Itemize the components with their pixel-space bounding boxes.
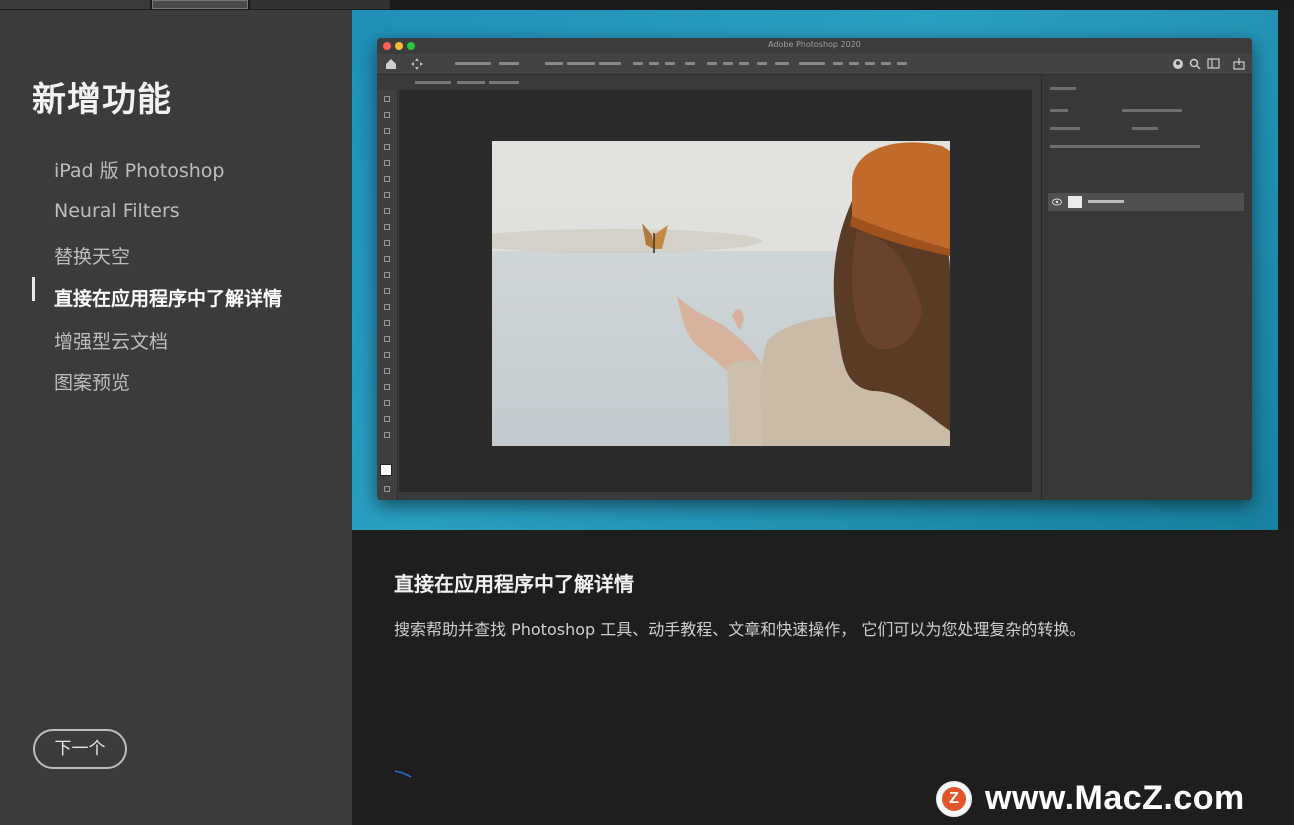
top-strip-tab bbox=[152, 0, 248, 9]
tool-icon bbox=[384, 486, 390, 492]
sidebar-item-pattern-preview[interactable]: 图案预览 bbox=[54, 368, 130, 395]
layer-name-placeholder bbox=[1088, 200, 1124, 203]
sidebar-item-sky-replacement[interactable]: 替换天空 bbox=[54, 242, 130, 269]
sidebar: 新增功能 bbox=[0, 10, 352, 825]
panel-tab-placeholder bbox=[1050, 87, 1076, 90]
option-placeholder bbox=[849, 62, 859, 65]
panel-placeholder bbox=[1050, 109, 1068, 112]
option-placeholder bbox=[685, 62, 695, 65]
watermark-logo-letter: Z bbox=[942, 787, 966, 811]
search-icon bbox=[1189, 58, 1201, 70]
sidebar-item-cloud-docs[interactable]: 增强型云文档 bbox=[54, 327, 168, 354]
panel-placeholder bbox=[1050, 127, 1080, 130]
tool-icon bbox=[384, 416, 390, 422]
feature-title: 直接在应用程序中了解详情 bbox=[394, 572, 634, 596]
option-placeholder bbox=[865, 62, 875, 65]
tool-icon bbox=[384, 368, 390, 374]
tool-icon bbox=[384, 384, 390, 390]
top-strip-block bbox=[0, 0, 150, 9]
option-placeholder bbox=[799, 62, 825, 65]
tool-icon bbox=[384, 432, 390, 438]
tool-icon bbox=[384, 336, 390, 342]
right-edge bbox=[1278, 10, 1294, 530]
sidebar-item-ipad-photoshop[interactable]: iPad 版 Photoshop bbox=[54, 156, 225, 183]
option-placeholder bbox=[757, 62, 767, 65]
option-placeholder bbox=[649, 62, 659, 65]
layer-row bbox=[1048, 193, 1244, 211]
move-tool-icon bbox=[411, 58, 423, 70]
option-placeholder bbox=[633, 62, 643, 65]
tool-icon bbox=[384, 304, 390, 310]
option-placeholder bbox=[707, 62, 717, 65]
foreground-color-swatch bbox=[380, 464, 392, 476]
panel-placeholder bbox=[1122, 109, 1182, 112]
option-placeholder bbox=[833, 62, 843, 65]
app-titlebar: Adobe Photoshop 2020 bbox=[377, 38, 1252, 55]
tool-icon bbox=[384, 224, 390, 230]
tool-icon bbox=[384, 400, 390, 406]
watermark-logo-icon: Z bbox=[936, 781, 972, 817]
tab-placeholder bbox=[457, 81, 485, 84]
option-placeholder bbox=[455, 62, 491, 65]
option-placeholder bbox=[739, 62, 749, 65]
tool-icon bbox=[384, 160, 390, 166]
option-placeholder bbox=[897, 62, 907, 65]
sample-photo-woman-butterfly bbox=[492, 141, 950, 446]
app-window-title: Adobe Photoshop 2020 bbox=[768, 40, 861, 49]
sidebar-item-neural-filters[interactable]: Neural Filters bbox=[54, 200, 180, 222]
tool-icon bbox=[384, 144, 390, 150]
tab-placeholder bbox=[415, 81, 451, 84]
tool-icon bbox=[384, 256, 390, 262]
tool-icon bbox=[384, 96, 390, 102]
tool-icon bbox=[384, 112, 390, 118]
decorative-mark-icon bbox=[394, 770, 412, 778]
feature-description: 搜索帮助并查找 Photoshop 工具、动手教程、文章和快速操作， 它们可以为… bbox=[394, 620, 1086, 639]
page-title: 新增功能 bbox=[32, 80, 172, 120]
option-placeholder bbox=[599, 62, 621, 65]
active-indicator bbox=[32, 277, 35, 301]
eye-icon bbox=[1052, 198, 1062, 206]
option-placeholder bbox=[665, 62, 675, 65]
top-strip bbox=[0, 0, 1294, 10]
tool-icon bbox=[384, 176, 390, 182]
layers-panel bbox=[1041, 75, 1252, 500]
options-bar bbox=[377, 54, 1252, 75]
option-placeholder bbox=[567, 62, 595, 65]
next-button[interactable]: 下一个 bbox=[33, 729, 127, 769]
account-icon bbox=[1173, 59, 1183, 69]
tool-icon bbox=[384, 352, 390, 358]
tool-icon bbox=[384, 192, 390, 198]
layer-thumbnail bbox=[1068, 196, 1082, 208]
tool-icon bbox=[384, 288, 390, 294]
option-placeholder bbox=[499, 62, 519, 65]
tool-icon bbox=[384, 128, 390, 134]
panel-placeholder bbox=[1132, 127, 1158, 130]
home-icon bbox=[386, 59, 396, 69]
tool-icon bbox=[384, 320, 390, 326]
watermark-text: www.MacZ.com bbox=[985, 779, 1245, 817]
option-placeholder bbox=[723, 62, 733, 65]
panel-placeholder bbox=[1050, 145, 1200, 148]
document-tabs bbox=[399, 75, 1029, 89]
option-placeholder bbox=[881, 62, 891, 65]
option-placeholder bbox=[545, 62, 563, 65]
share-icon bbox=[1233, 58, 1245, 70]
tool-icon bbox=[384, 240, 390, 246]
tool-icon bbox=[384, 272, 390, 278]
option-placeholder bbox=[775, 62, 789, 65]
tab-placeholder bbox=[489, 81, 519, 84]
sidebar-item-learn-in-app[interactable]: 直接在应用程序中了解详情 bbox=[54, 284, 282, 311]
tool-icon bbox=[384, 208, 390, 214]
top-strip-block bbox=[250, 0, 390, 9]
workspace-icon bbox=[1207, 58, 1220, 69]
photo-illustration bbox=[492, 141, 950, 446]
tools-panel bbox=[377, 90, 398, 500]
